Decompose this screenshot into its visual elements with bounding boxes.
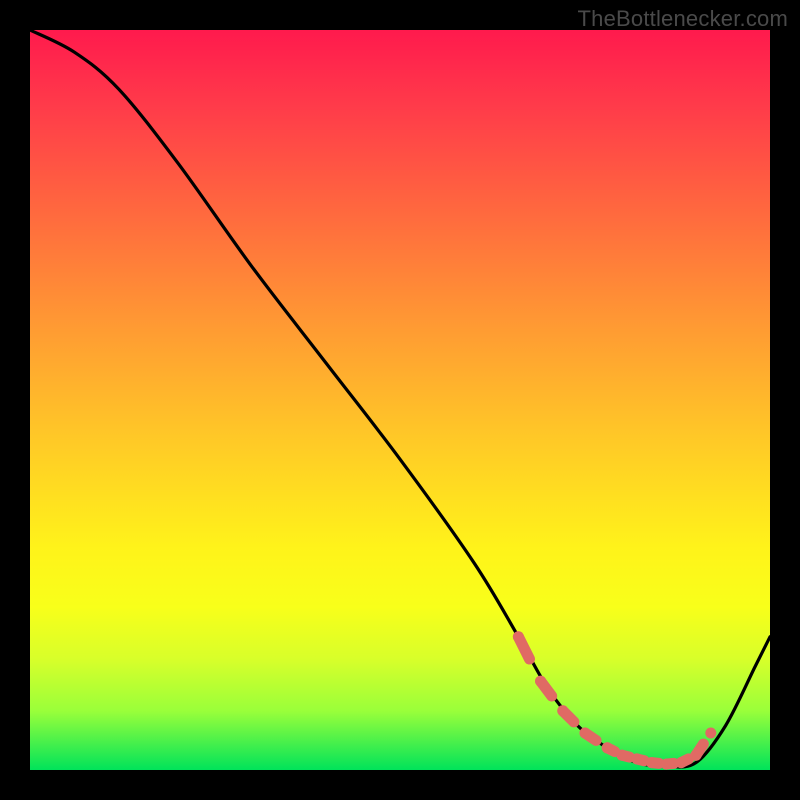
marker-dot — [617, 750, 628, 761]
marker-dot — [705, 728, 716, 739]
marker-dot — [676, 757, 687, 768]
marker-dot — [513, 631, 524, 642]
curve-svg — [30, 30, 770, 770]
bottleneck-curve-line — [30, 30, 770, 767]
marker-dot — [557, 705, 568, 716]
marker-dot — [661, 759, 672, 770]
highlighted-range-markers — [513, 631, 716, 769]
marker-dot — [535, 676, 546, 687]
marker-dot — [602, 742, 613, 753]
marker-dot — [631, 753, 642, 764]
chart-frame: TheBottlenecker.com — [0, 0, 800, 800]
watermark-text: TheBottlenecker.com — [578, 6, 788, 32]
marker-dot — [646, 757, 657, 768]
plot-area — [30, 30, 770, 770]
marker-dot — [691, 750, 702, 761]
marker-dot — [580, 728, 591, 739]
